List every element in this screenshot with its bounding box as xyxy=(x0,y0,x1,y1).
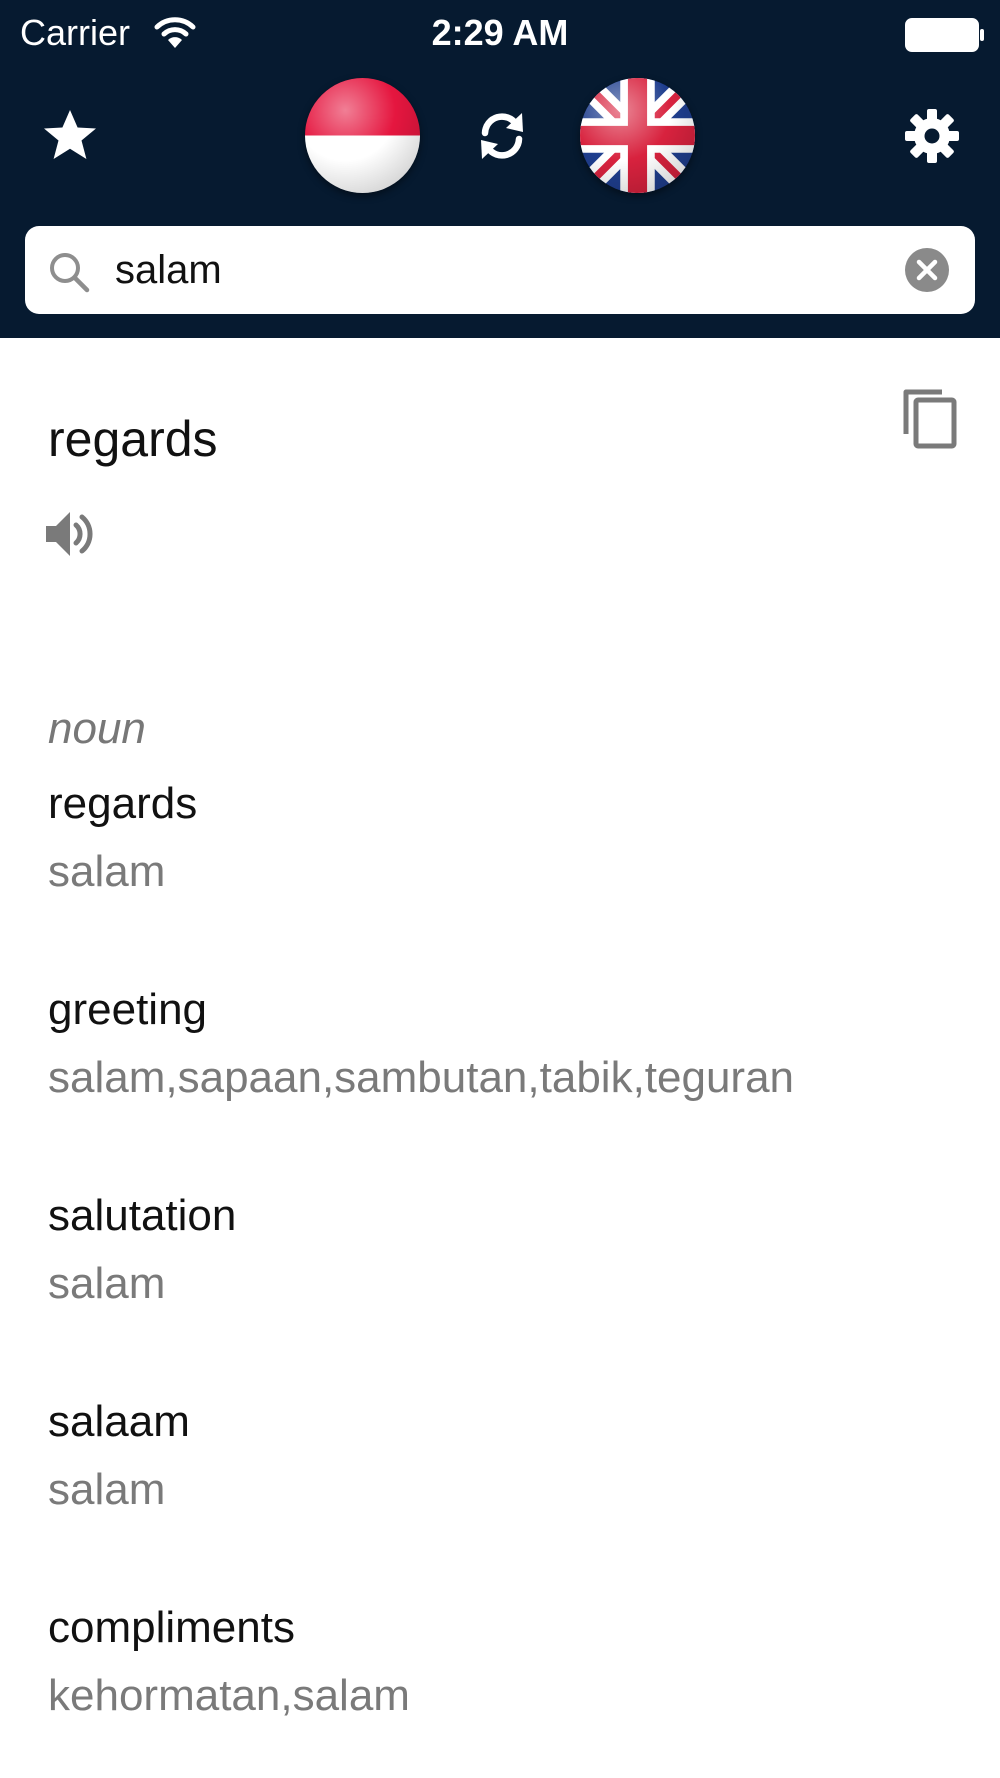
entry-translations: kehormatan,salam xyxy=(48,1671,410,1720)
part-of-speech: noun xyxy=(48,704,146,753)
entry-word: regards xyxy=(48,779,198,828)
header: Carrier 2:29 AM xyxy=(0,0,1000,338)
entry-list: regards salam greeting salam,sapaan,samb… xyxy=(48,770,968,1778)
entry-translations: salam,sapaan,sambutan,tabik,teguran xyxy=(48,1053,795,1102)
speaker-icon[interactable] xyxy=(42,506,98,562)
flag-shine xyxy=(580,78,695,193)
refresh-icon[interactable] xyxy=(476,110,528,162)
list-item[interactable]: greeting salam,sapaan,sambutan,tabik,teg… xyxy=(48,976,968,1182)
entry-translations: salam xyxy=(48,1259,166,1308)
status-bar: Carrier 2:29 AM xyxy=(0,0,1000,70)
status-time: 2:29 AM xyxy=(431,12,569,53)
close-circle-icon[interactable] xyxy=(905,248,949,292)
entry-word: compliments xyxy=(48,1603,295,1652)
dictionary-screen: Carrier 2:29 AM salam regards noun regar… xyxy=(0,0,1000,1778)
battery-icon xyxy=(905,18,984,52)
source-language-flag[interactable] xyxy=(305,78,420,193)
entry-word: salaam xyxy=(48,1397,190,1446)
entry-translations: salam xyxy=(48,847,166,896)
list-item[interactable]: salaam salam xyxy=(48,1388,968,1594)
result-headword: regards xyxy=(48,411,218,467)
entry-word: salutation xyxy=(48,1191,237,1240)
translation-result: regards noun regards salam greeting sala… xyxy=(0,338,1000,1778)
entry-translations: salam xyxy=(48,1465,166,1514)
search-input[interactable] xyxy=(115,238,895,302)
search-icon xyxy=(50,253,90,293)
target-language-flag[interactable] xyxy=(580,78,695,193)
star-icon[interactable] xyxy=(40,106,100,166)
list-item[interactable]: regards salam xyxy=(48,770,968,976)
list-item[interactable]: compliments kehormatan,salam xyxy=(48,1594,968,1778)
gear-icon[interactable] xyxy=(902,106,962,166)
search-bar xyxy=(25,226,975,314)
flag-shine xyxy=(305,78,420,193)
copy-icon[interactable] xyxy=(900,386,960,452)
list-item[interactable]: salutation salam xyxy=(48,1182,968,1388)
language-toolbar xyxy=(0,70,1000,200)
entry-word: greeting xyxy=(48,985,208,1034)
